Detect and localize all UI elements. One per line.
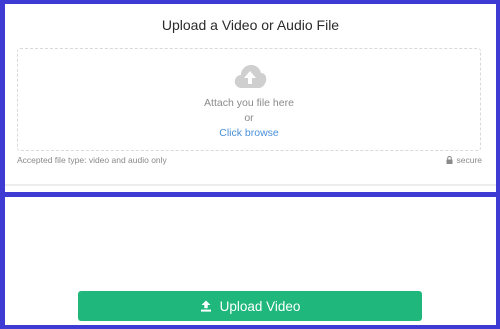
action-panel: Upload Video (5, 197, 496, 325)
accepted-file-types: Accepted file type: video and audio only (17, 155, 167, 165)
secure-indicator: secure (446, 155, 482, 165)
file-dropzone[interactable]: Attach you file here or Click browse (17, 48, 481, 151)
attach-text: Attach you file here (204, 97, 294, 109)
upload-video-button[interactable]: Upload Video (78, 291, 422, 321)
upload-title: Upload a Video or Audio File (161, 17, 340, 33)
secure-label: secure (456, 155, 482, 165)
lock-icon (446, 156, 453, 164)
upload-panel: Upload a Video or Audio File Attach you … (5, 4, 496, 192)
browse-link[interactable]: Click browse (18, 127, 480, 139)
or-text: or (244, 112, 254, 124)
upload-button-label: Upload Video (219, 298, 301, 314)
cloud-upload-icon (234, 65, 267, 88)
upload-icon (200, 300, 211, 312)
divider (5, 184, 496, 186)
